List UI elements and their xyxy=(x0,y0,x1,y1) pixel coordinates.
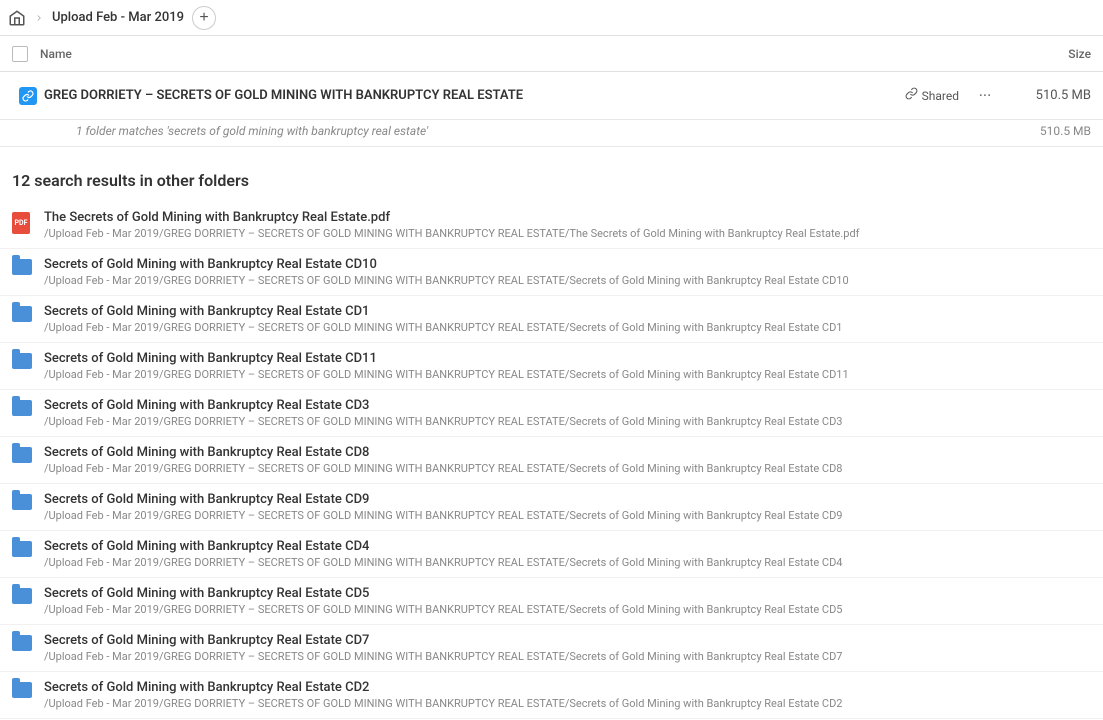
result-item-content: Secrets of Gold Mining with Bankruptcy R… xyxy=(44,351,1091,381)
list-item[interactable]: Secrets of Gold Mining with Bankruptcy R… xyxy=(0,484,1103,531)
list-item[interactable]: Secrets of Gold Mining with Bankruptcy R… xyxy=(0,437,1103,484)
sub-info-row: 1 folder matches 'secrets of gold mining… xyxy=(0,120,1103,147)
result-item-content: Secrets of Gold Mining with Bankruptcy R… xyxy=(44,304,1091,334)
result-item-path: /Upload Feb - Mar 2019/GREG DORRIETY – S… xyxy=(44,650,1091,663)
folder-icon xyxy=(12,259,44,275)
result-item-content: Secrets of Gold Mining with Bankruptcy R… xyxy=(44,257,1091,287)
primary-result-name: GREG DORRIETY – SECRETS OF GOLD MINING W… xyxy=(44,88,905,103)
name-column-header: Name xyxy=(40,47,1011,61)
folder-icon xyxy=(12,306,44,322)
folder-icon xyxy=(12,353,44,369)
select-all-checkbox[interactable] xyxy=(12,46,40,62)
result-item-name: Secrets of Gold Mining with Bankruptcy R… xyxy=(44,257,1091,272)
result-item-name: Secrets of Gold Mining with Bankruptcy R… xyxy=(44,351,1091,366)
list-item[interactable]: Secrets of Gold Mining with Bankruptcy R… xyxy=(0,390,1103,437)
result-item-name: Secrets of Gold Mining with Bankruptcy R… xyxy=(44,633,1091,648)
folder-link-icon xyxy=(12,87,44,105)
result-item-path: /Upload Feb - Mar 2019/GREG DORRIETY – S… xyxy=(44,415,1091,428)
column-header: Name Size xyxy=(0,36,1103,72)
result-item-path: /Upload Feb - Mar 2019/GREG DORRIETY – S… xyxy=(44,509,1091,522)
result-item-name: Secrets of Gold Mining with Bankruptcy R… xyxy=(44,586,1091,601)
section-heading: 12 search results in other folders xyxy=(0,147,1103,202)
result-item-content: Secrets of Gold Mining with Bankruptcy R… xyxy=(44,445,1091,475)
folder-icon xyxy=(12,635,44,651)
result-item-path: /Upload Feb - Mar 2019/GREG DORRIETY – S… xyxy=(44,321,1091,334)
shared-badge: Shared xyxy=(905,87,959,104)
link-icon xyxy=(19,87,37,105)
result-item-content: Secrets of Gold Mining with Bankruptcy R… xyxy=(44,680,1091,710)
result-item-path: /Upload Feb - Mar 2019/GREG DORRIETY – S… xyxy=(44,227,1091,240)
folder-icon xyxy=(12,494,44,510)
folder-icon xyxy=(12,447,44,463)
list-item[interactable]: PDF The Secrets of Gold Mining with Bank… xyxy=(0,202,1103,249)
top-bar: Upload Feb - Mar 2019 + xyxy=(0,0,1103,36)
size-column-header: Size xyxy=(1011,47,1091,61)
result-item-name: Secrets of Gold Mining with Bankruptcy R… xyxy=(44,445,1091,460)
result-item-path: /Upload Feb - Mar 2019/GREG DORRIETY – S… xyxy=(44,603,1091,616)
folder-icon xyxy=(12,588,44,604)
results-list: PDF The Secrets of Gold Mining with Bank… xyxy=(0,202,1103,719)
result-item-path: /Upload Feb - Mar 2019/GREG DORRIETY – S… xyxy=(44,462,1091,475)
primary-result-size: 510.5 MB xyxy=(1011,88,1091,103)
result-item-content: Secrets of Gold Mining with Bankruptcy R… xyxy=(44,398,1091,428)
result-item-path: /Upload Feb - Mar 2019/GREG DORRIETY – S… xyxy=(44,274,1091,287)
list-item[interactable]: Secrets of Gold Mining with Bankruptcy R… xyxy=(0,249,1103,296)
folder-icon xyxy=(12,682,44,698)
result-item-name: Secrets of Gold Mining with Bankruptcy R… xyxy=(44,398,1091,413)
folder-icon xyxy=(12,541,44,557)
result-item-name: Secrets of Gold Mining with Bankruptcy R… xyxy=(44,539,1091,554)
result-item-path: /Upload Feb - Mar 2019/GREG DORRIETY – S… xyxy=(44,697,1091,710)
primary-result-row[interactable]: GREG DORRIETY – SECRETS OF GOLD MINING W… xyxy=(0,72,1103,120)
pdf-icon: PDF xyxy=(12,212,44,234)
add-button[interactable]: + xyxy=(192,6,216,30)
result-item-content: Secrets of Gold Mining with Bankruptcy R… xyxy=(44,492,1091,522)
more-options-button[interactable]: ··· xyxy=(971,82,999,110)
result-item-content: Secrets of Gold Mining with Bankruptcy R… xyxy=(44,539,1091,569)
list-item[interactable]: Secrets of Gold Mining with Bankruptcy R… xyxy=(0,531,1103,578)
breadcrumb-title: Upload Feb - Mar 2019 xyxy=(52,10,184,25)
shared-label: Shared xyxy=(922,89,959,103)
result-item-name: Secrets of Gold Mining with Bankruptcy R… xyxy=(44,304,1091,319)
result-item-content: The Secrets of Gold Mining with Bankrupt… xyxy=(44,210,1091,240)
result-item-name: Secrets of Gold Mining with Bankruptcy R… xyxy=(44,680,1091,695)
result-item-content: Secrets of Gold Mining with Bankruptcy R… xyxy=(44,633,1091,663)
folder-icon xyxy=(12,400,44,416)
sub-info-size: 510.5 MB xyxy=(1011,124,1091,138)
breadcrumb-separator-icon xyxy=(34,13,44,23)
result-item-path: /Upload Feb - Mar 2019/GREG DORRIETY – S… xyxy=(44,556,1091,569)
home-button[interactable] xyxy=(8,9,26,27)
list-item[interactable]: Secrets of Gold Mining with Bankruptcy R… xyxy=(0,672,1103,719)
folder-match-text: 1 folder matches 'secrets of gold mining… xyxy=(76,124,1011,138)
list-item[interactable]: Secrets of Gold Mining with Bankruptcy R… xyxy=(0,343,1103,390)
list-item[interactable]: Secrets of Gold Mining with Bankruptcy R… xyxy=(0,625,1103,672)
result-item-name: The Secrets of Gold Mining with Bankrupt… xyxy=(44,210,1091,225)
result-item-content: Secrets of Gold Mining with Bankruptcy R… xyxy=(44,586,1091,616)
list-item[interactable]: Secrets of Gold Mining with Bankruptcy R… xyxy=(0,578,1103,625)
chain-icon xyxy=(905,87,918,104)
result-item-path: /Upload Feb - Mar 2019/GREG DORRIETY – S… xyxy=(44,368,1091,381)
list-item[interactable]: Secrets of Gold Mining with Bankruptcy R… xyxy=(0,296,1103,343)
result-item-name: Secrets of Gold Mining with Bankruptcy R… xyxy=(44,492,1091,507)
